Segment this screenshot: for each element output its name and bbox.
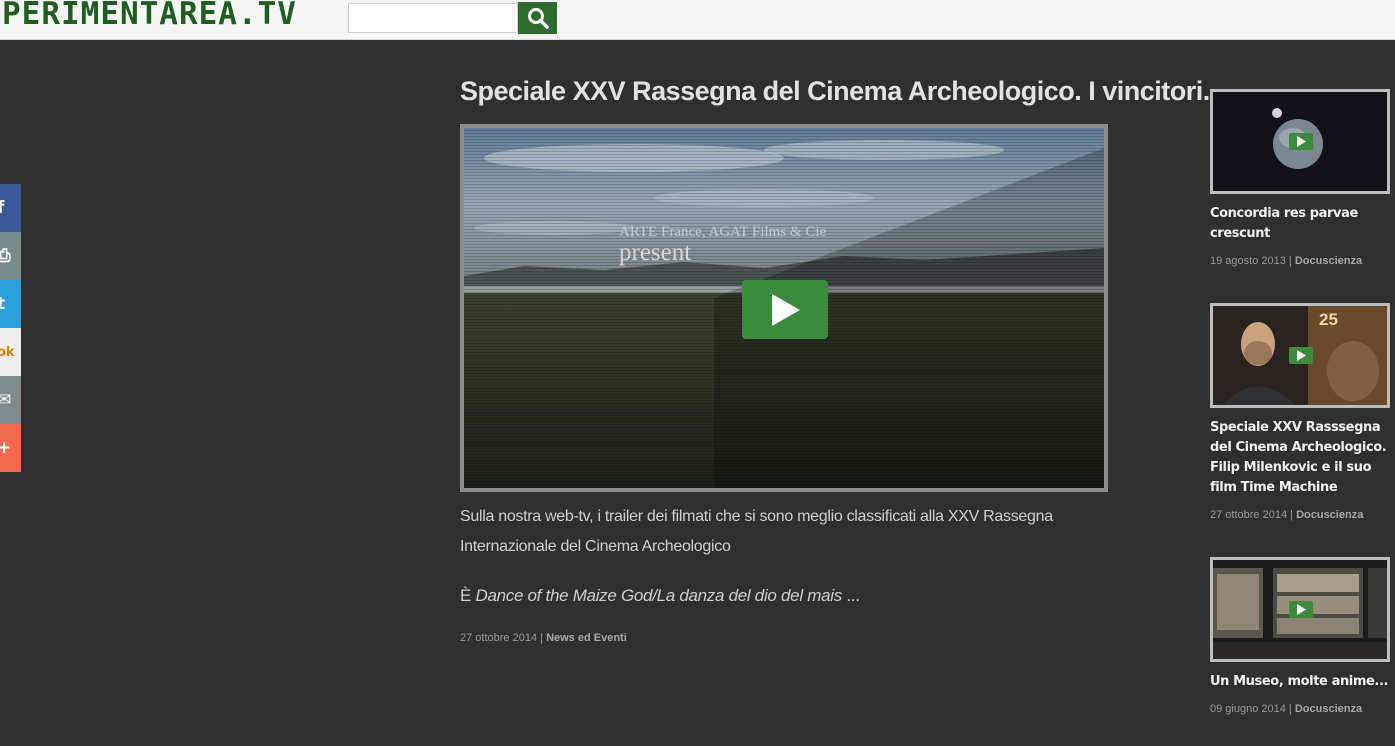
article-excerpt: È Dance of the Maize God/La danza del di… [460,581,1060,611]
sidebar-item-title[interactable]: Concordia res parvae crescunt [1210,204,1395,244]
play-icon [1297,604,1306,615]
print-button[interactable]: ⎙ [0,232,21,280]
article-title[interactable]: Speciale XXV Rassegna del Cinema Archeol… [460,76,1210,107]
video-caption-line1: ARTE France, AGAT Films & Cie [619,224,827,240]
sidebar-item-category-link[interactable]: Docuscienza [1296,509,1363,521]
plus-icon: + [0,438,12,458]
top-bar: PERIMENTAREA.TV [0,0,1395,40]
search-icon [527,8,549,29]
sidebar-item-date: 27 ottobre 2014 [1210,509,1288,521]
sidebar-item-title[interactable]: Un Museo, molte anime... [1210,672,1395,692]
meta-separator: | [1287,509,1297,521]
sidebar-thumbnail[interactable] [1210,89,1390,194]
meta-separator: | [1285,703,1295,715]
meta-separator: | [1285,255,1295,267]
search-button[interactable] [518,2,557,34]
excerpt-prefix: È [460,586,476,605]
sidebar-thumbnail[interactable]: 25 [1210,303,1390,408]
thumbnail-play-button[interactable] [1289,601,1313,618]
play-icon [772,293,800,326]
ok-icon: ok [0,344,15,360]
thumbnail-play-button[interactable] [1289,347,1313,364]
facebook-icon: f [0,198,5,218]
email-icon: ✉ [0,390,12,410]
article-meta: 27 ottobre 2014 | News ed Eventi [460,632,627,644]
sidebar-item-title[interactable]: Speciale XXV Rasssegna del Cinema Archeo… [1210,418,1395,498]
sidebar-item-category-link[interactable]: Docuscienza [1295,703,1362,715]
site-logo[interactable]: PERIMENTAREA.TV [2,0,297,32]
article-date: 27 ottobre 2014 [460,632,538,644]
email-share-button[interactable]: ✉ [0,376,21,424]
share-bar: f ⎙ t ok ✉ + [0,184,21,472]
ok-share-button[interactable]: ok [0,328,21,376]
more-share-button[interactable]: + [0,424,21,472]
article-body: Sulla nostra web-tv, i trailer dei filma… [460,508,1053,555]
thumbnail-overlay-number: 25 [1319,310,1338,329]
facebook-share-button[interactable]: f [0,184,21,232]
meta-separator: | [537,632,547,644]
print-icon: ⎙ [0,246,11,266]
excerpt-film-title: Dance of the Maize God/La danza del dio … [475,586,842,605]
thumbnail-play-button[interactable] [1289,133,1313,150]
search-input[interactable] [348,3,518,33]
play-icon [1297,136,1306,147]
twitter-icon: t [0,294,6,314]
sidebar-item-meta: 27 ottobre 2014 | Docuscienza [1210,509,1363,521]
sidebar-item-meta: 19 agosto 2013 | Docuscienza [1210,255,1362,267]
sidebar-thumbnail[interactable] [1210,557,1390,662]
video-caption: ARTE France, AGAT Films & Cie present [619,224,826,265]
twitter-share-button[interactable]: t [0,280,21,328]
sidebar-item-category-link[interactable]: Docuscienza [1295,255,1362,267]
sidebar-item-date: 19 agosto 2013 [1210,255,1286,267]
sidebar-item-meta: 09 giugno 2014 | Docuscienza [1210,703,1362,715]
article-category-link[interactable]: News ed Eventi [546,632,627,644]
video-player[interactable]: ARTE France, AGAT Films & Cie present [460,124,1108,492]
sidebar-item-date: 09 giugno 2014 [1210,703,1286,715]
video-caption-line2: present [619,239,692,266]
excerpt-ellipsis[interactable]: ... [842,586,860,605]
play-icon [1297,350,1306,361]
play-button[interactable] [742,280,828,339]
